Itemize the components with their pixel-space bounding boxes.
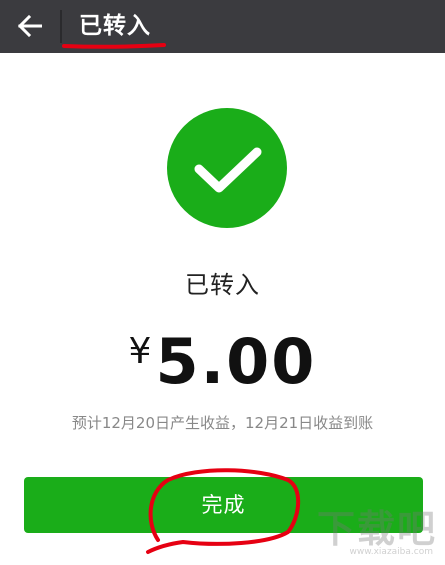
success-status-badge — [167, 108, 287, 228]
checkmark-icon — [194, 147, 262, 193]
currency-symbol: ¥ — [128, 331, 152, 372]
top-navigation-bar: 已转入 — [0, 0, 445, 53]
arrow-left-icon — [18, 15, 42, 37]
back-button[interactable] — [8, 4, 52, 48]
amount-value: 5.00 — [155, 325, 317, 398]
title-divider — [60, 10, 62, 43]
red-annotation-underline — [62, 43, 166, 49]
page-title: 已转入 — [79, 13, 151, 39]
done-button[interactable]: 完成 — [24, 477, 423, 533]
transfer-amount: ¥5.00 — [0, 327, 445, 397]
earnings-note: 预计12月20日产生收益，12月21日收益到账 — [71, 414, 374, 432]
status-text: 已转入 — [185, 271, 260, 299]
watermark-url: www.xiazaiba.com — [349, 547, 433, 557]
